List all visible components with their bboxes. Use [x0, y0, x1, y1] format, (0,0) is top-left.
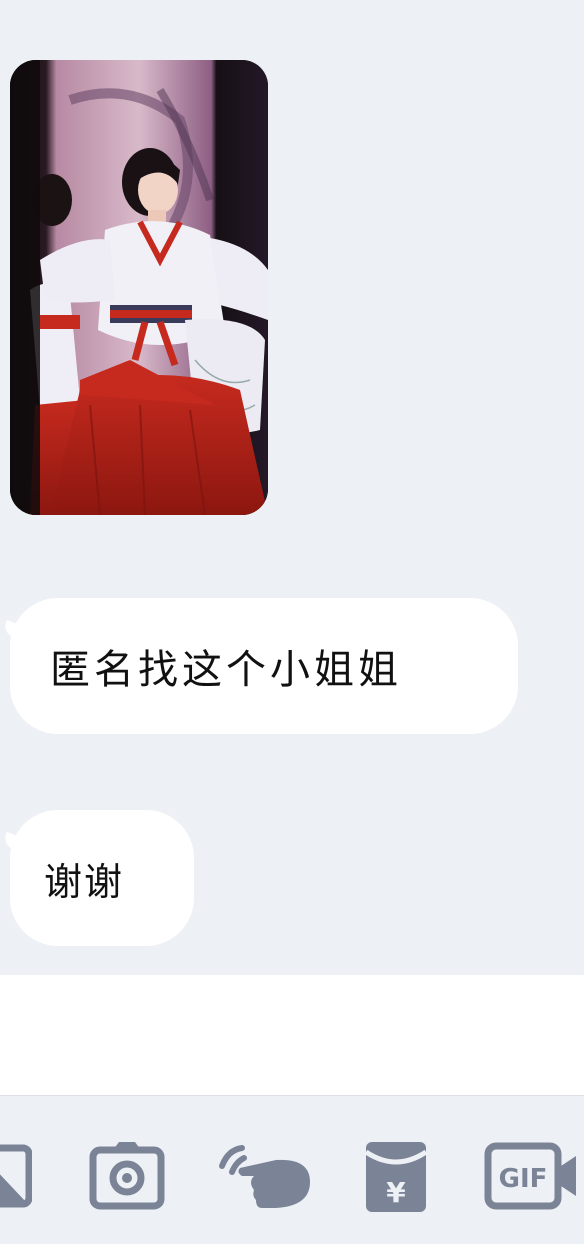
red-packet-icon[interactable]: ¥: [364, 1138, 428, 1214]
image-message[interactable]: [10, 60, 268, 515]
camera-icon[interactable]: [89, 1138, 165, 1214]
yuan-symbol: ¥: [386, 1176, 406, 1209]
message-input-area[interactable]: [0, 975, 584, 1095]
message-text: 谢谢: [44, 859, 125, 904]
text-message[interactable]: 匿名找这个小姐姐: [10, 598, 518, 734]
gif-icon[interactable]: GIF: [484, 1138, 578, 1214]
poke-icon[interactable]: [214, 1138, 312, 1214]
message-text: 匿名找这个小姐姐: [50, 647, 402, 693]
text-message[interactable]: 谢谢: [10, 810, 194, 946]
image-icon[interactable]: [0, 1138, 32, 1214]
chat-area: 匿名找这个小姐姐 谢谢: [0, 0, 584, 975]
gif-label: GIF: [499, 1164, 548, 1194]
dancer-photo: [10, 60, 268, 515]
